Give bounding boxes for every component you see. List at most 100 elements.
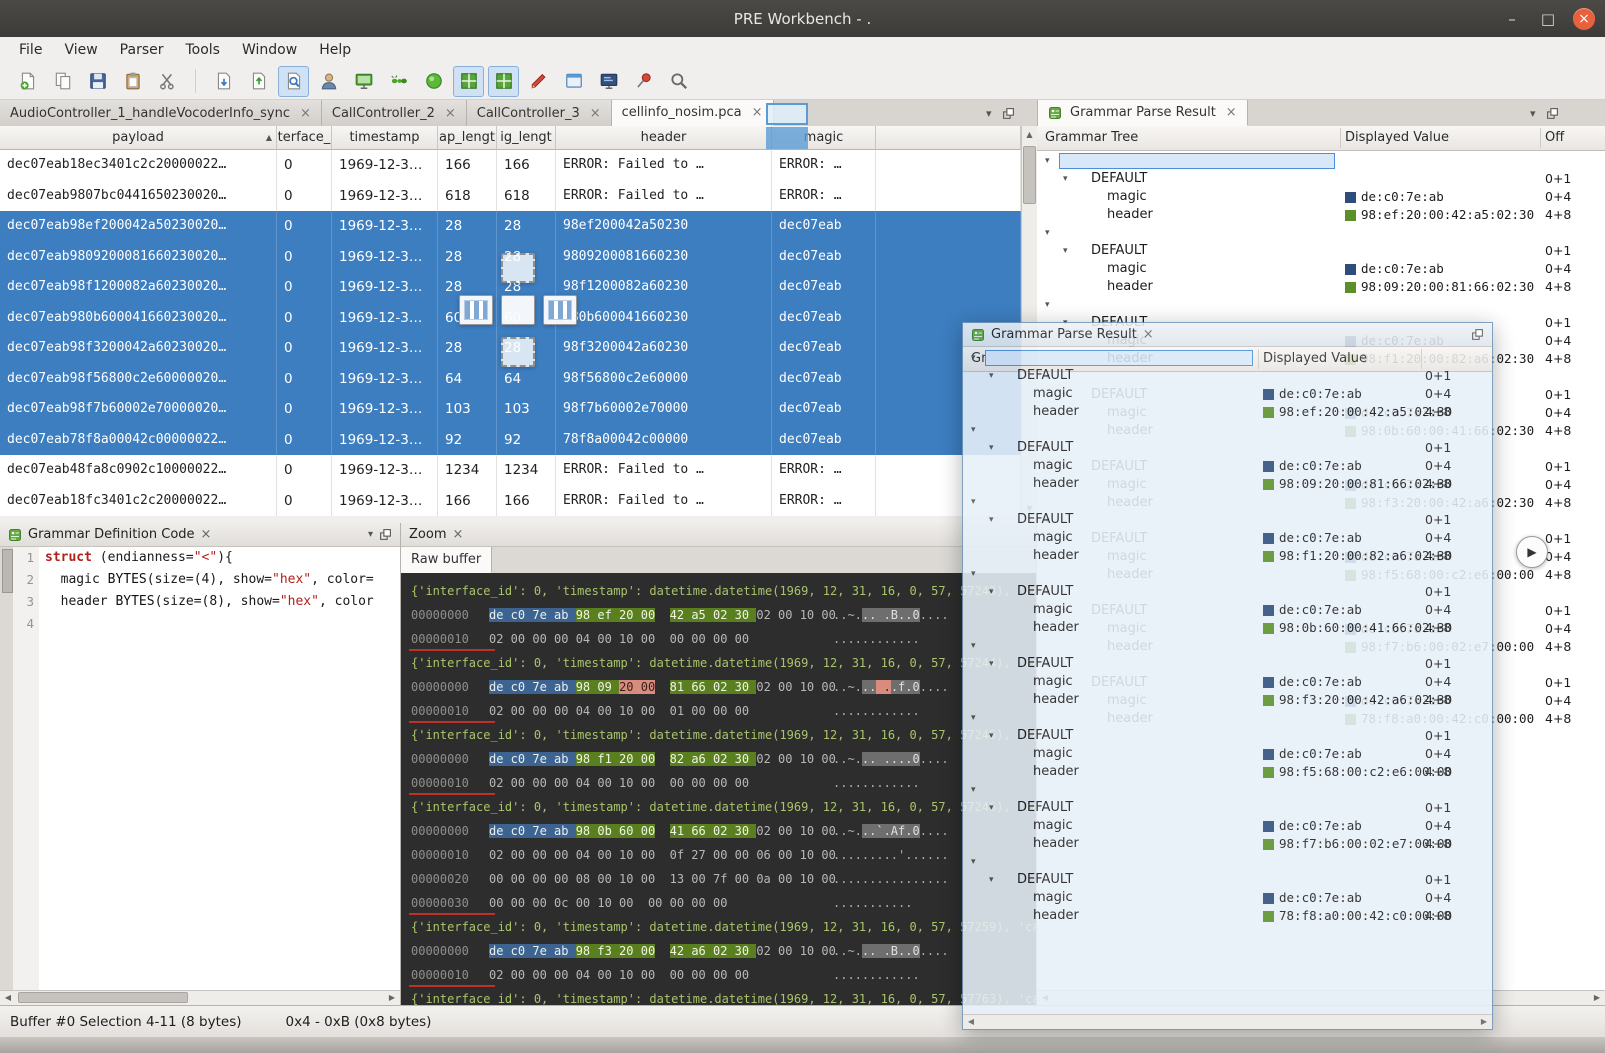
tree-row-packet[interactable]: ▾ [1037,152,1605,170]
hex-bytes[interactable]: de c0 7e ab 98 0b 60 00 41 66 02 30 02 0… [489,819,836,843]
menu-view[interactable]: View [53,37,108,63]
code-text[interactable]: struct (endianness="<"){ magic BYTES(siz… [39,547,400,991]
hex-line[interactable]: 0000001002 00 00 00 04 00 10 00 0f 27 00… [401,843,1036,867]
chevron-down-icon[interactable]: ▾ [989,799,994,817]
chevron-down-icon[interactable]: ▾ [971,853,976,871]
scroll-right-icon[interactable]: ▶ [1476,1015,1492,1028]
tree-row-packet[interactable]: ▾ [963,493,1492,511]
scroll-right-icon[interactable]: ▶ [1589,991,1605,1004]
tree-row-default[interactable]: ▾DEFAULT0+1 [963,583,1492,601]
tree-row-magic[interactable]: magicde:c0:7e:ab0+4 [1037,260,1605,278]
float-panel-icon[interactable] [1546,107,1559,120]
float-panel-icon[interactable] [1002,107,1015,120]
chevron-down-icon[interactable]: ▾ [1045,296,1050,314]
chevron-down-icon[interactable]: ▾ [989,583,994,601]
tree-row-default[interactable]: ▾DEFAULT0+1 [963,655,1492,673]
dock-guide-top[interactable] [501,253,535,283]
toolbar-new-file[interactable] [12,66,43,97]
hex-bytes[interactable]: de c0 7e ab 98 09 20 00 81 66 02 30 02 0… [489,675,836,699]
toolbar-cut[interactable] [152,66,183,97]
toolbar-user-profile[interactable] [313,66,344,97]
table-row[interactable]: dec07eab48fa8c0902c10000022…01969-12-3…1… [0,455,1021,486]
tree-row-default[interactable]: ▾DEFAULT0+1 [963,871,1492,889]
tree-row-packet[interactable]: ▾ [1037,296,1605,314]
code-editor[interactable]: 1234 struct (endianness="<"){ magic BYTE… [0,547,400,991]
toolbar-parse-document[interactable] [278,66,309,97]
chevron-down-icon[interactable]: ▾ [971,781,976,799]
close-icon[interactable]: × [752,105,763,120]
chevron-down-icon[interactable]: ▾ [989,367,994,385]
tree-hscrollbar[interactable]: ◀ ▶ [963,1014,1492,1029]
tree-row-header[interactable]: header98:09:20:00:81:66:02:304+8 [963,475,1492,493]
toolbar-paste[interactable] [117,66,148,97]
tab-CallController_3[interactable]: CallController_3× [467,100,612,126]
toolbar-annotate[interactable] [523,66,554,97]
chevron-down-icon[interactable]: ▾ [971,421,976,439]
menu-help[interactable]: Help [308,37,362,63]
hex-line[interactable]: 0000001002 00 00 00 04 00 10 00 00 00 00… [401,963,1036,987]
table-row[interactable]: dec07eab78f8a00042c00000022…01969-12-3…9… [0,425,1021,456]
hex-line[interactable]: 0000001002 00 00 00 04 00 10 00 00 00 00… [401,627,1036,651]
hex-line[interactable]: 00000000de c0 7e ab 98 f3 20 00 42 a6 02… [401,939,1036,963]
dock-guide-center[interactable] [501,295,535,325]
hex-line[interactable]: 00000000de c0 7e ab 98 09 20 00 81 66 02… [401,675,1036,699]
chevron-down-icon[interactable]: ▾ [989,871,994,889]
dock-guide-right[interactable] [543,295,577,325]
tree-row-packet[interactable]: ▾ [1037,224,1605,242]
tree-row-header[interactable]: header98:f1:20:00:82:a6:02:304+8 [963,547,1492,565]
minimize-button[interactable]: – [1501,8,1523,30]
chevron-down-icon[interactable]: ▾ [971,709,976,727]
chevron-down-icon[interactable]: ▾ [971,493,976,511]
tree-row-packet[interactable]: ▾ [963,637,1492,655]
maximize-button[interactable]: □ [1537,8,1559,30]
tree-row-magic[interactable]: magicde:c0:7e:ab0+4 [963,745,1492,763]
menu-window[interactable]: Window [231,37,308,63]
scroll-left-icon[interactable]: ◀ [0,991,16,1004]
tree-row-header[interactable]: header98:ef:20:00:42:a5:02:304+8 [963,403,1492,421]
tree-row-magic[interactable]: magicde:c0:7e:ab0+4 [963,385,1492,403]
table-header-header[interactable]: header [556,126,772,150]
hex-bytes[interactable]: de c0 7e ab 98 ef 20 00 42 a5 02 30 02 0… [489,603,836,627]
hex-line[interactable]: 00000000de c0 7e ab 98 0b 60 00 41 66 02… [401,819,1036,843]
column-offset[interactable]: Off [1545,126,1564,149]
column-displayed-value[interactable]: Displayed Value [1345,126,1449,149]
tree-row-default[interactable]: ▾DEFAULT0+1 [963,511,1492,529]
tab-grammar-parse-result[interactable]: Grammar Parse Result × [1038,100,1248,126]
tab-raw-buffer[interactable]: Raw buffer [401,547,492,573]
close-icon[interactable]: × [201,527,212,542]
tree-row-default[interactable]: ▾DEFAULT0+1 [963,727,1492,745]
scroll-right-icon[interactable]: ▶ [384,991,400,1004]
toolbar-export[interactable] [243,66,274,97]
toolbar-search[interactable] [663,66,694,97]
hex-bytes[interactable]: 00 00 00 0c 00 10 00 00 00 00 00 [489,891,727,915]
hex-line[interactable]: 00000000de c0 7e ab 98 f1 20 00 82 a6 02… [401,747,1036,771]
close-icon[interactable]: × [1143,327,1154,342]
column-separator[interactable] [1340,128,1341,148]
tree-row-magic[interactable]: magicde:c0:7e:ab0+4 [963,673,1492,691]
tree-row-header[interactable]: header98:0b:60:00:41:66:02:304+8 [963,619,1492,637]
toolbar-import[interactable] [208,66,239,97]
hex-bytes[interactable]: 02 00 00 00 04 00 10 00 00 00 00 00 [489,963,749,987]
menu-parser[interactable]: Parser [109,37,175,63]
table-row[interactable]: dec07eab98ef200042a50230020…01969-12-3…2… [0,211,1021,242]
toolbar-pin[interactable] [628,66,659,97]
toolbar-parse-all[interactable] [453,66,484,97]
hex-line[interactable]: 0000002000 00 00 00 08 00 10 00 13 00 7f… [401,867,1036,891]
tree-row-packet[interactable]: ▾ [963,349,1492,367]
tree-row-magic[interactable]: magicde:c0:7e:ab0+4 [963,457,1492,475]
tree-row-default[interactable]: ▾DEFAULT0+1 [963,367,1492,385]
toolbar-save[interactable] [82,66,113,97]
float-panel-icon[interactable] [379,528,392,541]
tree-row-magic[interactable]: magicde:c0:7e:ab0+4 [963,529,1492,547]
chevron-down-icon[interactable]: ▾ [989,655,994,673]
chevron-down-icon[interactable]: ▾ [971,349,976,367]
panel-menu-icon[interactable]: ▾ [368,529,373,540]
scroll-right-button[interactable]: ▶ [1516,536,1548,568]
hex-bytes[interactable]: 02 00 00 00 04 00 10 00 00 00 00 00 [489,771,749,795]
tree-row-magic[interactable]: magicde:c0:7e:ab0+4 [963,601,1492,619]
tree-row-packet[interactable]: ▾ [963,565,1492,583]
scroll-up-icon[interactable]: ▲ [1022,126,1037,142]
panel-titlebar[interactable]: Grammar Parse Result × [963,323,1492,347]
toolbar-parse-selection[interactable] [488,66,519,97]
table-header-terface_[interactable]: terface_ [277,126,332,150]
